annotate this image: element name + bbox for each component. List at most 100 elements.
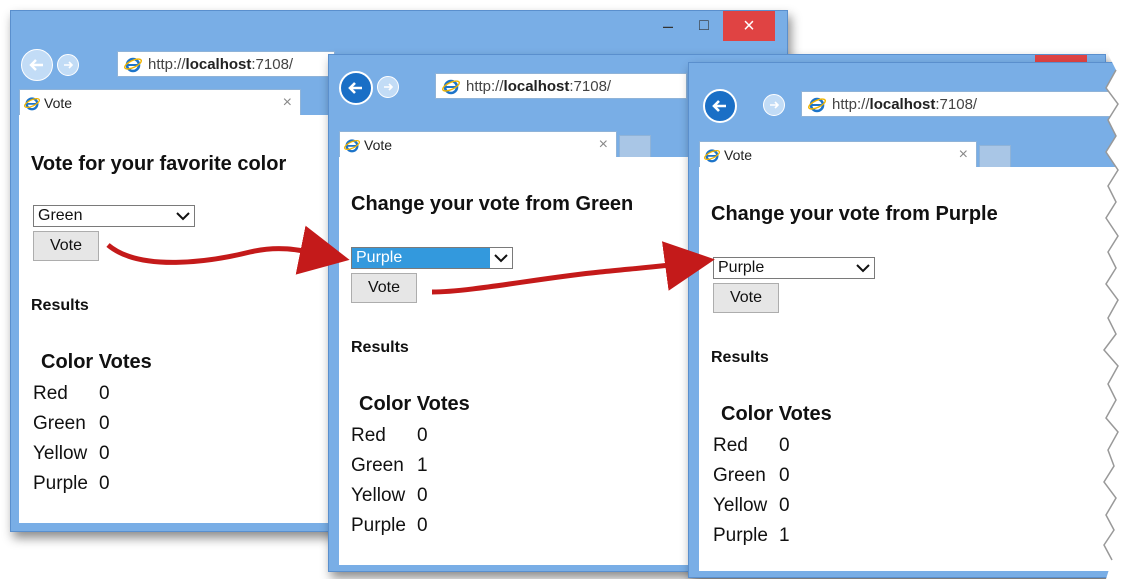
select-value: Purple (356, 249, 403, 266)
page-content: Change your vote from Purple Purple Vote… (699, 167, 1119, 571)
vote-button[interactable]: Vote (713, 283, 779, 313)
vote-button[interactable]: Vote (33, 231, 99, 261)
page-heading: Vote for your favorite color (31, 153, 287, 175)
close-window-button[interactable]: × (723, 11, 775, 41)
close-tab-icon[interactable]: × (599, 136, 608, 154)
tab-title: Vote (724, 147, 753, 163)
results-label: Results (711, 349, 769, 366)
table-header: Color Votes (721, 403, 832, 426)
tab-vote[interactable]: Vote × (699, 141, 977, 168)
cell-votes: 0 (779, 495, 790, 516)
header-color: Color (41, 351, 94, 373)
results-label: Results (31, 297, 89, 314)
select-value: Purple (718, 259, 765, 276)
cell-color: Purple (351, 515, 406, 536)
color-select[interactable]: Green (33, 205, 195, 227)
cell-color: Green (33, 413, 86, 434)
url-port: :7108/ (935, 95, 978, 113)
back-button[interactable] (703, 89, 737, 123)
cell-votes: 0 (417, 485, 428, 506)
table-header: Color Votes (41, 351, 152, 374)
table-row: Purple 0 (33, 473, 110, 495)
forward-button[interactable] (763, 94, 785, 116)
cell-color: Red (33, 383, 68, 404)
cell-votes: 0 (417, 425, 428, 446)
url-host: localhost (185, 55, 252, 73)
cell-color: Green (713, 465, 766, 486)
minimize-button[interactable]: – (651, 11, 685, 41)
browser-window-3: http://localhost:7108/ Vote × Change you… (688, 62, 1133, 578)
header-color: Color (721, 403, 774, 425)
forward-arrow-icon (64, 61, 74, 69)
table-row: Purple 0 (351, 515, 428, 537)
header-votes: Votes (416, 393, 470, 415)
navigation-bar: http://localhost:7108/ (689, 81, 1133, 125)
page-heading: Change your vote from Purple (711, 203, 998, 225)
close-tab-icon[interactable]: × (283, 94, 292, 112)
header-votes: Votes (98, 351, 152, 373)
table-row: Yellow 0 (713, 495, 790, 517)
vote-button[interactable]: Vote (351, 273, 417, 303)
address-bar[interactable]: http://localhost:7108/ (117, 51, 335, 77)
results-label: Results (351, 339, 409, 356)
header-color: Color (359, 393, 412, 415)
cell-color: Green (351, 455, 404, 476)
ie-logo-icon (344, 139, 360, 153)
table-row: Green 0 (33, 413, 110, 435)
tab-title: Vote (44, 95, 73, 111)
url-port: :7108/ (569, 77, 612, 95)
color-select[interactable]: Purple (351, 247, 513, 269)
forward-arrow-icon (384, 83, 394, 91)
tab-vote[interactable]: Vote × (339, 131, 617, 158)
tab-vote[interactable]: Vote × (19, 89, 301, 116)
url-host: localhost (503, 77, 570, 95)
ie-logo-icon (808, 97, 826, 113)
chevron-down-icon (852, 258, 874, 278)
table-row: Green 0 (713, 465, 790, 487)
url-prefix: http:// (148, 55, 186, 73)
table-row: Red 0 (33, 383, 110, 405)
cell-color: Red (713, 435, 748, 456)
page-heading: Change your vote from Green (351, 193, 634, 215)
close-tab-icon[interactable]: × (959, 146, 968, 164)
cell-votes: 1 (779, 525, 790, 546)
cell-color: Purple (33, 473, 88, 494)
ie-logo-icon (124, 57, 142, 73)
url-prefix: http:// (832, 95, 870, 113)
ie-logo-icon (24, 97, 40, 111)
table-row: Yellow 0 (351, 485, 428, 507)
cell-votes: 0 (417, 515, 428, 536)
chevron-down-icon (172, 206, 194, 226)
address-bar[interactable]: http://localhost:7108/ (801, 91, 1133, 117)
new-tab-button[interactable] (979, 145, 1011, 168)
header-votes: Votes (778, 403, 832, 425)
back-arrow-icon (348, 82, 362, 94)
address-bar[interactable]: http://localhost:7108/ (435, 73, 687, 99)
back-button[interactable] (21, 49, 53, 81)
table-row: Red 0 (713, 435, 790, 457)
url-prefix: http:// (466, 77, 504, 95)
back-arrow-icon (29, 59, 43, 71)
maximize-button[interactable]: □ (687, 11, 721, 41)
select-value: Green (38, 207, 83, 224)
color-select[interactable]: Purple (713, 257, 875, 279)
table-row: Green 1 (351, 455, 428, 477)
new-tab-button[interactable] (619, 135, 651, 158)
ie-logo-icon (442, 79, 460, 95)
tab-title: Vote (364, 137, 393, 153)
cell-votes: 0 (779, 465, 790, 486)
cell-votes: 0 (779, 435, 790, 456)
forward-button[interactable] (57, 54, 79, 76)
ie-logo-icon (704, 149, 720, 163)
url-host: localhost (869, 95, 936, 113)
table-row: Red 0 (351, 425, 428, 447)
url-port: :7108/ (251, 55, 294, 73)
cell-votes: 0 (99, 413, 110, 434)
table-row: Purple 1 (713, 525, 790, 547)
cell-votes: 0 (99, 443, 110, 464)
forward-button[interactable] (377, 76, 399, 98)
back-arrow-icon (712, 100, 726, 112)
back-button[interactable] (339, 71, 373, 105)
title-bar: – □ × (11, 11, 787, 45)
cell-color: Yellow (351, 485, 406, 506)
